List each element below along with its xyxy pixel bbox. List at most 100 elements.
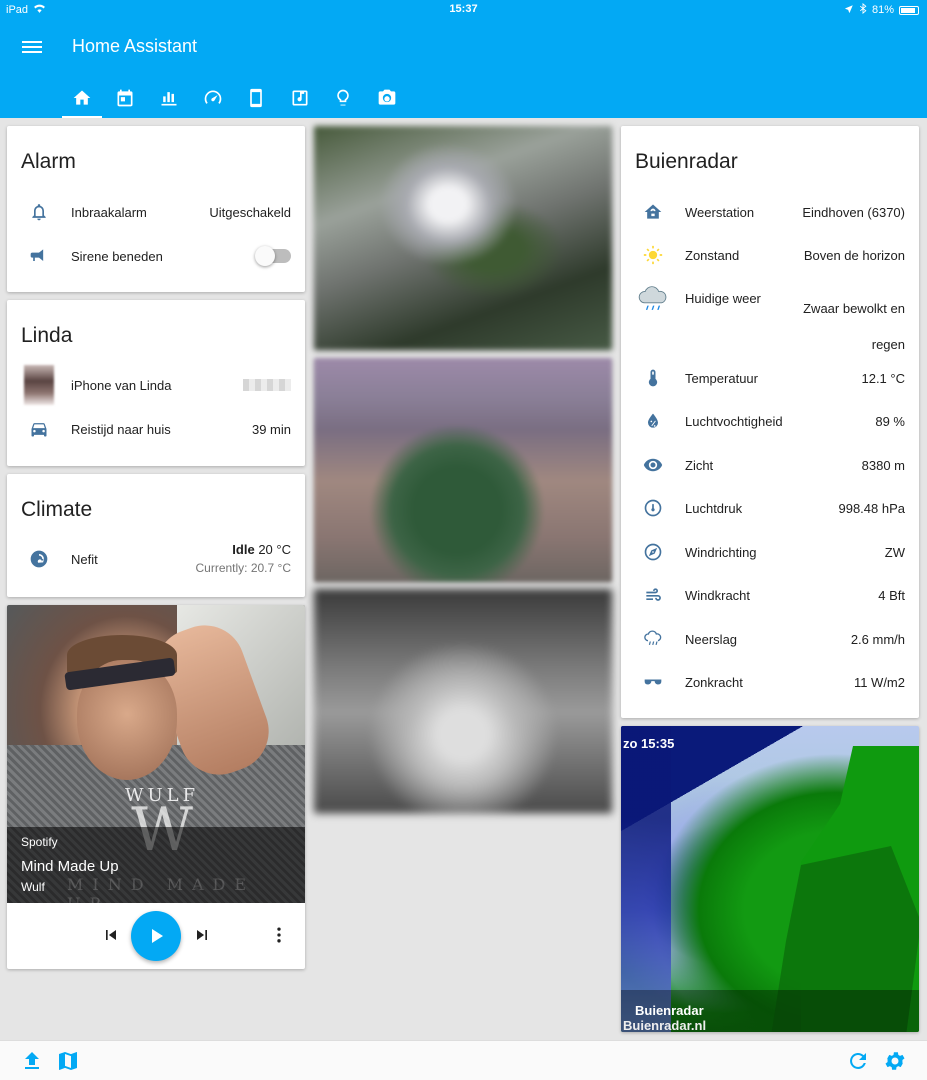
camera-feed[interactable] xyxy=(314,126,612,350)
siren-toggle[interactable] xyxy=(255,246,291,266)
water-percent-icon xyxy=(648,413,658,428)
weather-row[interactable]: Luchtdruk 998.48 hPa xyxy=(635,488,905,528)
app-title: Home Assistant xyxy=(72,36,198,56)
weather-row[interactable]: Weerstation Eindhoven (6370) xyxy=(635,192,905,232)
weather-row[interactable]: Zonkracht 11 W/m2 xyxy=(635,662,905,702)
weather-value: 12.1 °C xyxy=(861,370,905,386)
upload-icon xyxy=(25,1052,39,1069)
card-title: Buienradar xyxy=(635,150,738,173)
weather-label: Luchtdruk xyxy=(685,500,743,516)
more-vertical-icon xyxy=(277,927,281,943)
weather-value: Eindhoven (6370) xyxy=(802,204,905,220)
speedometer-icon xyxy=(204,90,221,104)
climate-target: 20 °C xyxy=(258,542,291,557)
weather-row[interactable]: Zonstand Boven de horizon xyxy=(635,235,905,275)
next-button[interactable] xyxy=(192,925,212,950)
alarm-row[interactable]: Inbraakalarm Uitgeschakeld xyxy=(21,192,291,232)
weather-label: Weerstation xyxy=(685,204,755,220)
camera-icon xyxy=(378,89,396,105)
tab-sensors[interactable] xyxy=(191,78,235,118)
car-icon xyxy=(31,423,47,437)
radar-map[interactable]: zo 15:35 Buienradar Buienradar.nl xyxy=(621,726,919,1032)
redacted-state xyxy=(243,379,291,391)
weather-label: Windrichting xyxy=(685,544,757,560)
gear-icon xyxy=(885,1052,905,1070)
rain-cloud-icon xyxy=(638,286,667,310)
tablet-icon xyxy=(250,88,263,108)
media-controls xyxy=(7,903,305,969)
rain-icon xyxy=(644,630,662,645)
app-header: Home Assistant xyxy=(0,18,927,118)
calendar-icon xyxy=(117,89,133,107)
radar-timestamp: zo 15:35 xyxy=(623,736,675,751)
weather-value: 4 Bft xyxy=(878,587,905,603)
alarm-state: Uitgeschakeld xyxy=(209,204,291,220)
linda-card: Linda iPhone van Linda Reistijd naar hui… xyxy=(7,300,305,466)
refresh-button[interactable] xyxy=(846,1049,870,1073)
media-artist: Wulf xyxy=(21,880,45,894)
weather-row[interactable]: Huidige weer Zwaar bewolkt en regen xyxy=(635,279,905,352)
upload-button[interactable] xyxy=(20,1049,44,1073)
media-info: MIND MADE UP Spotify Mind Made Up Wulf xyxy=(7,827,305,913)
tab-home[interactable] xyxy=(60,78,104,118)
tab-calendar[interactable] xyxy=(104,78,148,118)
climate-card: Climate Nefit Idle 20 °C Currently: 20.7… xyxy=(7,474,305,597)
megaphone-icon xyxy=(30,249,44,261)
more-button[interactable] xyxy=(269,925,289,950)
weather-value: 11 W/m2 xyxy=(853,674,905,690)
weather-value: 8380 m xyxy=(861,457,905,473)
tab-lights[interactable] xyxy=(322,78,366,118)
card-title: Linda xyxy=(21,324,73,347)
camera-feed[interactable] xyxy=(314,589,612,813)
map-button[interactable] xyxy=(56,1049,80,1073)
weather-label: Zonkracht xyxy=(685,674,743,690)
weather-value: 89 % xyxy=(875,413,905,429)
weather-label: Zonstand xyxy=(685,247,740,263)
tab-history[interactable] xyxy=(147,78,191,118)
thermostat-icon xyxy=(30,550,48,568)
sun-icon xyxy=(643,245,663,265)
tab-devices[interactable] xyxy=(234,78,278,118)
play-icon xyxy=(152,929,163,943)
avatar xyxy=(24,365,54,405)
weather-value: Zwaar bewolkt en xyxy=(803,301,905,316)
settings-button[interactable] xyxy=(883,1049,907,1073)
travel-row[interactable]: Reistijd naar huis 39 min xyxy=(21,409,291,449)
map-icon xyxy=(58,1052,78,1070)
eye-icon xyxy=(643,458,663,472)
radar-name: Buienradar xyxy=(635,1003,704,1018)
lightbulb-icon xyxy=(337,89,350,106)
climate-current: Currently: 20.7 °C xyxy=(195,561,291,575)
menu-button[interactable] xyxy=(22,38,42,54)
camera-feed[interactable] xyxy=(314,358,612,582)
tab-media[interactable] xyxy=(278,78,322,118)
bottom-toolbar xyxy=(0,1040,927,1080)
weather-row[interactable]: Windrichting ZW xyxy=(635,532,905,572)
play-button[interactable] xyxy=(131,911,181,961)
media-card: WULF W MIND MADE UP Spotify Mind Made Up… xyxy=(7,605,305,969)
weather-value: 2.6 mm/h xyxy=(850,631,905,647)
climate-state: Idle xyxy=(232,542,255,557)
home-icon xyxy=(73,90,91,105)
clock: 15:37 xyxy=(449,3,478,15)
status-bar: iPad 15:37 81% xyxy=(0,0,927,18)
refresh-icon xyxy=(850,1052,866,1069)
bar-chart-icon xyxy=(161,92,177,106)
battery-icon xyxy=(899,5,919,15)
weather-row[interactable]: Luchtvochtigheid 89 % xyxy=(635,401,905,441)
weather-label: Windkracht xyxy=(685,587,751,603)
weather-row[interactable]: Zicht 8380 m xyxy=(635,445,905,485)
weather-row[interactable]: Windkracht 4 Bft xyxy=(635,575,905,615)
battery-percent: 81% xyxy=(871,4,894,16)
previous-button[interactable] xyxy=(101,925,121,950)
phone-row[interactable]: iPhone van Linda xyxy=(21,365,291,405)
weather-row[interactable]: Temperatuur 12.1 °C xyxy=(635,358,905,398)
thermostat-row[interactable]: Nefit Idle 20 °C Currently: 20.7 °C xyxy=(21,539,291,579)
tab-cameras[interactable] xyxy=(365,78,409,118)
weather-row[interactable]: Neerslag 2.6 mm/h xyxy=(635,619,905,659)
sunglasses-icon xyxy=(644,679,662,685)
bluetooth-icon xyxy=(859,2,867,17)
radar-footer: Buienradar Buienradar.nl xyxy=(621,990,919,1032)
weather-label: Zicht xyxy=(685,457,714,473)
weather-label: Huidige weer xyxy=(685,291,761,306)
